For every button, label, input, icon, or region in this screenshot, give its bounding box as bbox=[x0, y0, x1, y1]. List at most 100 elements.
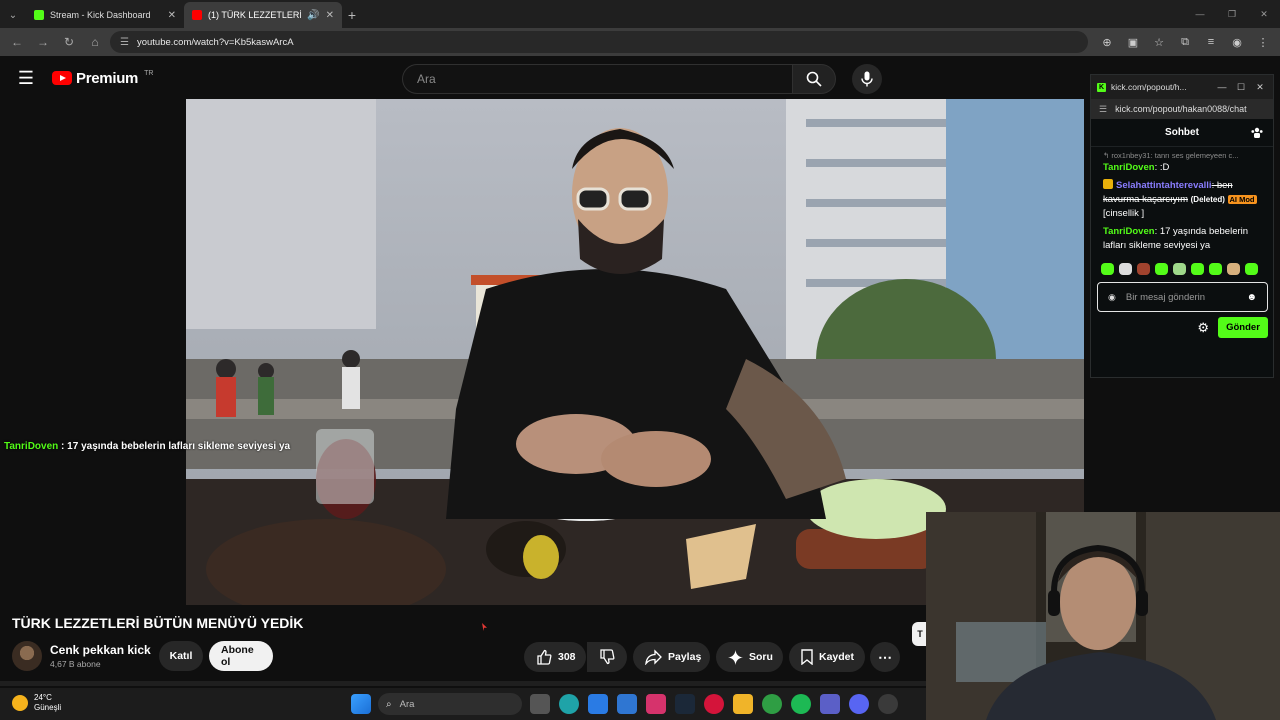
menu-icon[interactable]: ⋮ bbox=[1252, 36, 1274, 49]
cast-icon[interactable]: ▣ bbox=[1122, 36, 1144, 49]
logo-region: TR bbox=[144, 69, 154, 77]
bookmark-star-icon[interactable]: ☆ bbox=[1148, 36, 1170, 49]
close-tab-icon[interactable]: ✕ bbox=[168, 10, 176, 21]
emote-icon[interactable] bbox=[1173, 263, 1186, 275]
minimize-icon[interactable]: — bbox=[1215, 82, 1229, 92]
zoom-icon[interactable]: ⊕ bbox=[1096, 36, 1118, 49]
overlay-chat-user: TanriDoven bbox=[4, 441, 59, 452]
taskbar-search[interactable]: ⌕ Ara bbox=[378, 693, 522, 715]
windows-start-icon[interactable] bbox=[351, 694, 371, 714]
chat-message-input[interactable]: ◉ Bir mesaj gönderin ☻ bbox=[1097, 282, 1268, 312]
settings-gear-icon[interactable]: ⚙ bbox=[1197, 320, 1209, 336]
search-bar: Ara bbox=[402, 64, 836, 94]
emote-icon[interactable] bbox=[1119, 263, 1132, 275]
emote-icon[interactable] bbox=[1227, 263, 1240, 275]
users-icon[interactable] bbox=[1251, 127, 1263, 138]
shield-icon: ◉ bbox=[1108, 291, 1116, 302]
tab-label: (1) TÜRK LEZZETLERİ BÜTÜN bbox=[208, 10, 302, 20]
windows-taskbar: 24°C Güneşli ⌕ Ara bbox=[0, 688, 926, 720]
tab-kick-dashboard[interactable]: Stream - Kick Dashboard ✕ bbox=[26, 2, 184, 28]
emote-icon[interactable] bbox=[1137, 263, 1150, 275]
restore-icon[interactable]: ❐ bbox=[1216, 0, 1248, 28]
chat-input-placeholder: Bir mesaj gönderin bbox=[1125, 291, 1206, 303]
maximize-icon[interactable]: ☐ bbox=[1234, 82, 1248, 93]
teams-icon[interactable] bbox=[820, 694, 840, 714]
thumbs-up-icon bbox=[537, 649, 552, 665]
youtube-favicon-icon bbox=[192, 10, 202, 20]
extensions-icon[interactable]: ⧉ bbox=[1174, 36, 1196, 49]
emote-icon[interactable] bbox=[1101, 263, 1114, 275]
discord-icon[interactable] bbox=[849, 694, 869, 714]
share-label: Paylaş bbox=[668, 651, 702, 663]
close-tab-icon[interactable]: ✕ bbox=[326, 10, 334, 21]
popout-title: kick.com/popout/h... bbox=[1111, 82, 1187, 92]
tab-search-icon[interactable]: ⌄ bbox=[0, 2, 26, 28]
reload-icon[interactable]: ↻ bbox=[58, 35, 80, 49]
spotify-icon[interactable] bbox=[791, 694, 811, 714]
chat-header: Sohbet bbox=[1091, 119, 1273, 147]
hamburger-menu-icon[interactable]: ☰ bbox=[0, 68, 52, 89]
more-actions-button[interactable]: ⋯ bbox=[870, 642, 900, 672]
chat-text: : :D bbox=[1154, 162, 1170, 173]
url-field[interactable]: ☰ youtube.com/watch?v=Kb5kaswArcA bbox=[110, 31, 1088, 53]
emote-icon[interactable] bbox=[1191, 263, 1204, 275]
forward-icon[interactable]: → bbox=[32, 35, 54, 49]
like-button[interactable]: 308 bbox=[524, 642, 586, 672]
search-input[interactable]: Ara bbox=[402, 64, 792, 94]
bookmark-icon bbox=[801, 649, 813, 665]
chat-text: [cinsellik ] bbox=[1103, 208, 1145, 219]
mouse-cursor-icon bbox=[482, 623, 487, 631]
webcam-image bbox=[926, 512, 1280, 720]
chat-username[interactable]: Selahattintahterevalli bbox=[1116, 180, 1212, 191]
search-icon: ⌕ bbox=[386, 698, 392, 710]
video-title: TÜRK LEZZETLERİ BÜTÜN MENÜYÜ YEDİK bbox=[12, 615, 304, 631]
logo-text: Premium bbox=[76, 69, 139, 87]
new-tab-button[interactable]: + bbox=[342, 2, 362, 28]
mail-icon[interactable] bbox=[617, 694, 637, 714]
chat-username[interactable]: TanriDoven bbox=[1103, 226, 1155, 237]
ask-button[interactable]: Soru bbox=[716, 642, 783, 672]
save-label: Kaydet bbox=[819, 651, 855, 663]
instagram-icon[interactable] bbox=[646, 694, 666, 714]
tab-youtube[interactable]: (1) TÜRK LEZZETLERİ BÜTÜN 🔊 ✕ bbox=[184, 2, 342, 28]
voice-search-button[interactable] bbox=[852, 64, 882, 94]
steam-icon[interactable] bbox=[675, 694, 695, 714]
media-icon[interactable]: ≡ bbox=[1200, 36, 1222, 49]
home-icon[interactable]: ⌂ bbox=[84, 35, 106, 49]
chat-title: Sohbet bbox=[1165, 127, 1199, 138]
dislike-button[interactable] bbox=[587, 642, 627, 672]
weather-widget[interactable]: 24°C Güneşli bbox=[12, 693, 61, 713]
popout-url-bar[interactable]: ☰ kick.com/popout/hakan0088/chat bbox=[1091, 99, 1273, 119]
edge-icon[interactable] bbox=[559, 694, 579, 714]
close-icon[interactable]: ✕ bbox=[1253, 82, 1267, 93]
youtube-logo[interactable]: Premium TR bbox=[52, 70, 153, 87]
emoji-icon[interactable]: ☻ bbox=[1246, 292, 1257, 303]
browser-toolbar-icons: ⊕ ▣ ☆ ⧉ ≡ ◉ ⋮ bbox=[1096, 36, 1274, 49]
back-icon[interactable]: ← bbox=[6, 35, 28, 49]
save-button[interactable]: Kaydet bbox=[789, 642, 865, 672]
store-icon[interactable] bbox=[588, 694, 608, 714]
opera-icon[interactable] bbox=[704, 694, 724, 714]
close-window-icon[interactable]: ✕ bbox=[1248, 0, 1280, 28]
youtube-header: ☰ Premium TR Ara bbox=[0, 56, 1090, 100]
chat-message: TanriDoven: :D bbox=[1103, 161, 1263, 175]
url-text: youtube.com/watch?v=Kb5kaswArcA bbox=[136, 36, 294, 48]
deleted-label: (Deleted) bbox=[1190, 195, 1225, 204]
share-button[interactable]: Paylaş bbox=[633, 642, 710, 672]
emote-icon[interactable] bbox=[1155, 263, 1168, 275]
chat-username[interactable]: TanriDoven bbox=[1103, 162, 1155, 173]
send-button[interactable]: Gönder bbox=[1218, 317, 1268, 338]
minimize-icon[interactable]: — bbox=[1184, 0, 1216, 28]
file-explorer-icon[interactable] bbox=[733, 694, 753, 714]
speaker-icon[interactable]: 🔊 bbox=[307, 10, 319, 21]
profile-icon[interactable]: ◉ bbox=[1226, 36, 1248, 49]
site-info-icon[interactable]: ☰ bbox=[1099, 104, 1107, 115]
search-button[interactable] bbox=[792, 64, 836, 94]
chrome-icon[interactable] bbox=[762, 694, 782, 714]
emote-icon[interactable] bbox=[1245, 263, 1258, 275]
emote-icon[interactable] bbox=[1209, 263, 1222, 275]
obs-icon[interactable] bbox=[878, 694, 898, 714]
site-info-icon[interactable]: ☰ bbox=[120, 37, 129, 48]
popout-url: kick.com/popout/hakan0088/chat bbox=[1115, 104, 1247, 114]
task-view-icon[interactable] bbox=[530, 694, 550, 714]
